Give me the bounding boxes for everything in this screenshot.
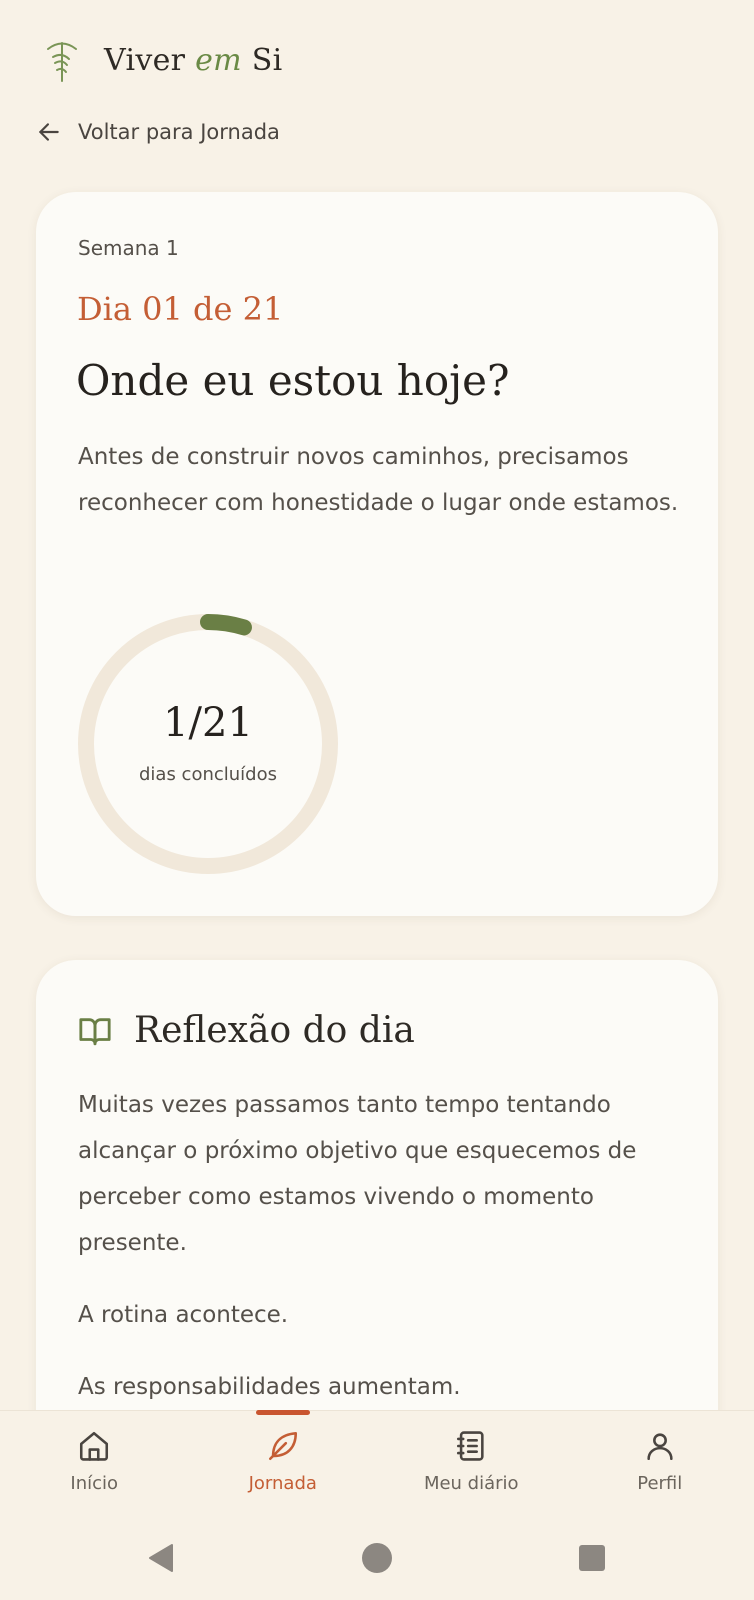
active-tab-indicator bbox=[255, 1410, 310, 1415]
open-book-icon bbox=[79, 1017, 111, 1045]
progress-count: 1/21 bbox=[163, 700, 253, 746]
tree-logo-icon bbox=[47, 42, 77, 82]
reflection-paragraph: Muitas vezes passamos tanto tempo tentan… bbox=[78, 1092, 637, 1256]
recents-square-icon[interactable] bbox=[579, 1545, 605, 1571]
nav-label-inicio: Início bbox=[70, 1473, 119, 1494]
nav-item-perfil[interactable]: Perfil bbox=[566, 1411, 754, 1516]
day-counter: Dia 01 de 21 bbox=[77, 290, 284, 328]
nav-item-jornada[interactable]: Jornada bbox=[189, 1410, 378, 1516]
reflection-title: Reflexão do dia bbox=[134, 1010, 415, 1051]
bottom-navigation: Início Jornada Meu diário Perfil bbox=[0, 1410, 754, 1516]
leaf-icon bbox=[268, 1431, 297, 1461]
user-icon bbox=[647, 1433, 673, 1461]
day-title: Onde eu estou hoje? bbox=[76, 356, 510, 405]
nav-label-jornada: Jornada bbox=[248, 1473, 317, 1494]
notebook-icon bbox=[457, 1431, 484, 1461]
back-label: Voltar para Jornada bbox=[78, 120, 280, 144]
nav-item-meu-diario[interactable]: Meu diário bbox=[377, 1411, 566, 1516]
nav-label-perfil: Perfil bbox=[637, 1473, 683, 1494]
day-description: Antes de construir novos caminhos, preci… bbox=[78, 444, 679, 516]
system-navigation-bar bbox=[0, 1516, 754, 1600]
app-header: Viver em Si bbox=[44, 32, 283, 88]
nav-label-meu-diario: Meu diário bbox=[423, 1473, 519, 1494]
app-brand: Viver em Si bbox=[104, 42, 283, 78]
home-icon bbox=[80, 1431, 109, 1461]
week-label: Semana 1 bbox=[78, 236, 179, 260]
day-card: Semana 1 Dia 01 de 21 Onde eu estou hoje… bbox=[36, 192, 718, 916]
progress-ring: 1/21 dias concluídos bbox=[76, 612, 340, 876]
reflection-body: Muitas vezes passamos tanto tempo tentan… bbox=[78, 1082, 688, 1436]
reflection-header: Reflexão do dia bbox=[78, 1010, 415, 1051]
progress-label: dias concluídos bbox=[139, 764, 277, 785]
reflection-paragraph: A rotina acontece. bbox=[78, 1302, 289, 1328]
arrow-left-icon bbox=[39, 123, 59, 141]
back-to-journey-link[interactable]: Voltar para Jornada bbox=[36, 112, 280, 152]
nav-item-inicio[interactable]: Início bbox=[0, 1411, 189, 1516]
back-triangle-icon[interactable] bbox=[146, 1542, 176, 1574]
home-circle-icon[interactable] bbox=[362, 1543, 392, 1573]
reflection-paragraph: As responsabilidades aumentam. bbox=[78, 1374, 461, 1400]
